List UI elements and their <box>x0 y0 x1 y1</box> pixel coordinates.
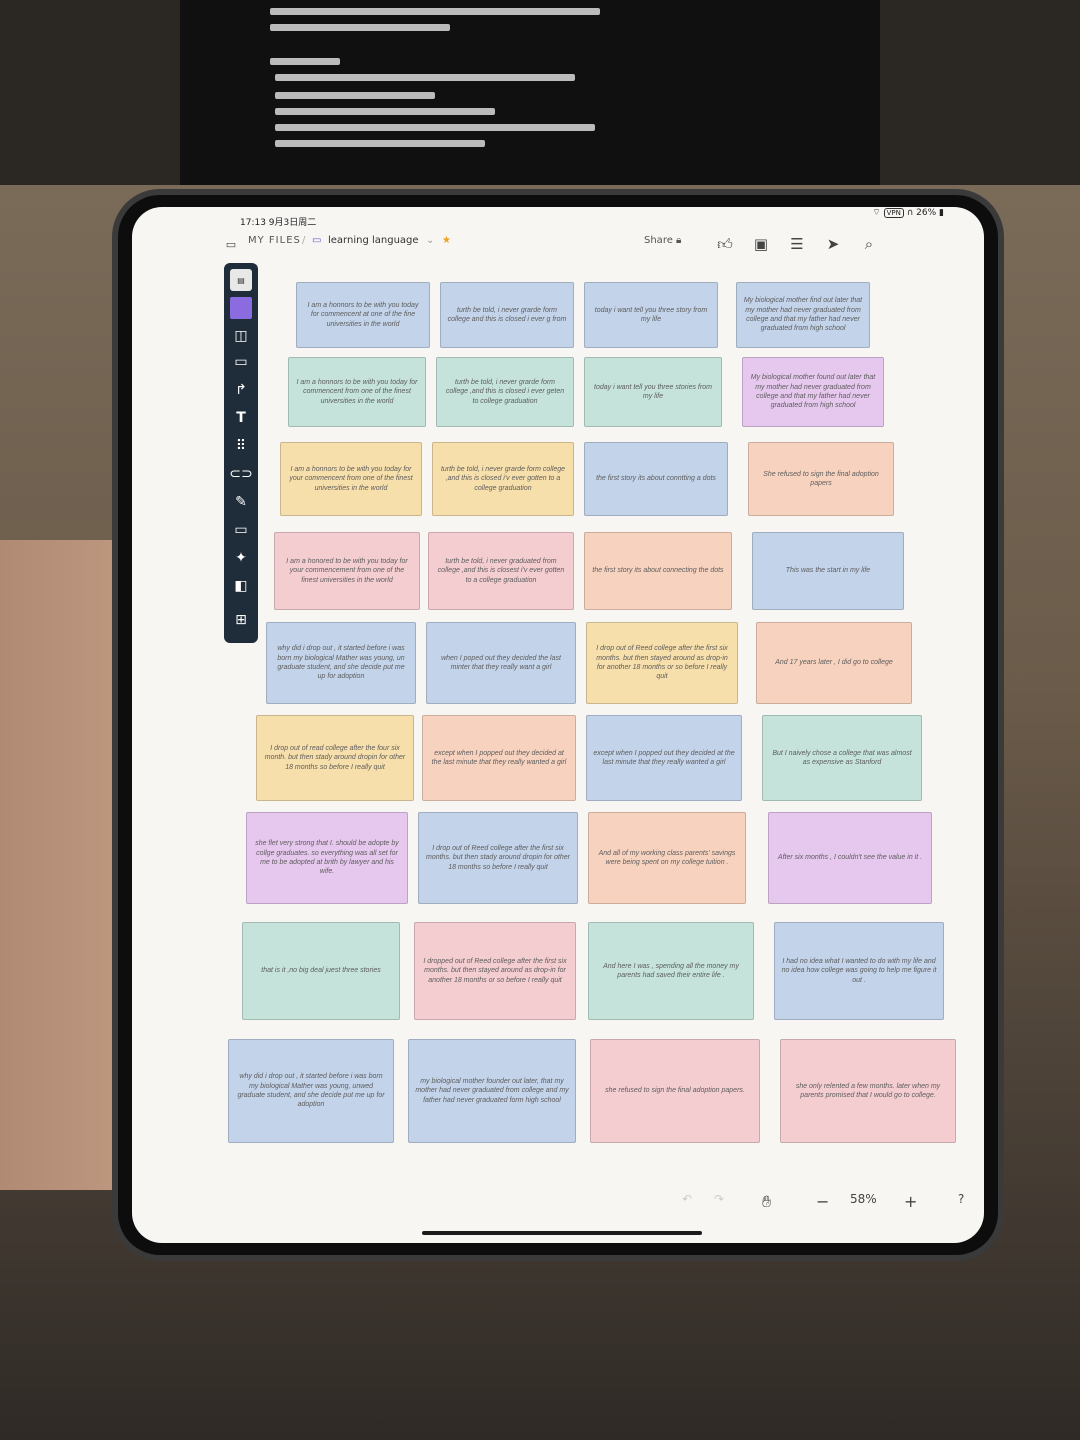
bottom-toolbar: ↶ ↷ ✋︎ − 58% + ? <box>682 1182 982 1222</box>
sticky-note[interactable]: And here I was , spending all the money … <box>588 922 754 1020</box>
sticky-note[interactable]: except when I popped out they decided at… <box>422 715 576 801</box>
undo-icon[interactable]: ↶ <box>682 1192 692 1206</box>
sticky-note[interactable]: She refused to sign the final adoption p… <box>748 442 894 516</box>
sticky-note[interactable]: turth be told, i never graduated from co… <box>428 532 574 610</box>
whiteboard-canvas[interactable]: I am a honnors to be with you today for … <box>132 207 984 1243</box>
sticky-note[interactable]: she only relented a few months. later wh… <box>780 1039 956 1143</box>
sticky-note[interactable]: today i want tell you three story from m… <box>584 282 718 348</box>
redo-icon[interactable]: ↷ <box>714 1192 724 1206</box>
sticky-note[interactable]: I had no idea what I wanted to do with m… <box>774 922 944 1020</box>
sticky-note[interactable]: And all of my working class parents' sav… <box>588 812 746 904</box>
sticky-note[interactable]: turth be told, i never grarde form colle… <box>432 442 574 516</box>
sticky-note[interactable]: I am a honnors to be with you today for … <box>296 282 430 348</box>
sticky-note[interactable]: My biological mother found out later tha… <box>742 357 884 427</box>
sticky-note[interactable]: My biological mother find out later that… <box>736 282 870 348</box>
tablet-device: 17:13 9月3日周二 ⌔ VPN ∩ 26% ▮ ▭ MY FILES / … <box>118 195 998 1255</box>
sticky-note[interactable]: I dropped out of Reed college after the … <box>414 922 576 1020</box>
sticky-note[interactable]: I drop out of read college after the fou… <box>256 715 414 801</box>
help-button[interactable]: ? <box>958 1192 964 1206</box>
sticky-note[interactable]: turth be told, i never grarde form colle… <box>436 357 574 427</box>
hand-icon[interactable]: ✋︎ <box>762 1192 771 1212</box>
sticky-note[interactable]: the first story its about conntting a do… <box>584 442 728 516</box>
background-monitor <box>180 0 880 185</box>
zoom-out-button[interactable]: − <box>816 1192 829 1211</box>
sticky-note[interactable]: I drop out of Reed college after the fir… <box>418 812 578 904</box>
zoom-in-button[interactable]: + <box>904 1192 917 1211</box>
sticky-note[interactable]: I am a honnors to be with you today for … <box>280 442 422 516</box>
sticky-note[interactable]: This was the start in my life <box>752 532 904 610</box>
sticky-note[interactable]: she refused to sign the final adoption p… <box>590 1039 760 1143</box>
sticky-note[interactable]: I am a honored to be with you today for … <box>274 532 420 610</box>
sticky-note[interactable]: I drop out of Reed college after the fir… <box>586 622 738 704</box>
sticky-note[interactable]: why did i drop out , it started before i… <box>266 622 416 704</box>
tablet-screen: 17:13 9月3日周二 ⌔ VPN ∩ 26% ▮ ▭ MY FILES / … <box>132 207 984 1243</box>
sticky-note[interactable]: except when I popped out they decided at… <box>586 715 742 801</box>
sticky-note[interactable]: today i want tell you three stories from… <box>584 357 722 427</box>
sticky-note[interactable]: when I poped out they decided the last m… <box>426 622 576 704</box>
sticky-note[interactable]: she flet very strong that I. should be a… <box>246 812 408 904</box>
zoom-level[interactable]: 58% <box>850 1192 877 1206</box>
sticky-note[interactable]: my biological mother founder out later, … <box>408 1039 576 1143</box>
sticky-note[interactable]: the first story its about connecting the… <box>584 532 732 610</box>
sticky-note[interactable]: turth be told, i never grarde form colle… <box>440 282 574 348</box>
sticky-note[interactable]: After six months , I couldn't see the va… <box>768 812 932 904</box>
sticky-note[interactable]: And 17 years later , I did go to college <box>756 622 912 704</box>
home-indicator <box>422 1231 702 1235</box>
sticky-note[interactable]: that is it ,no big deal juest three stor… <box>242 922 400 1020</box>
sticky-note[interactable]: But I naively chose a college that was a… <box>762 715 922 801</box>
sticky-note[interactable]: why did i drop out , it started before i… <box>228 1039 394 1143</box>
sticky-note[interactable]: I am a honnors to be with you today for … <box>288 357 426 427</box>
